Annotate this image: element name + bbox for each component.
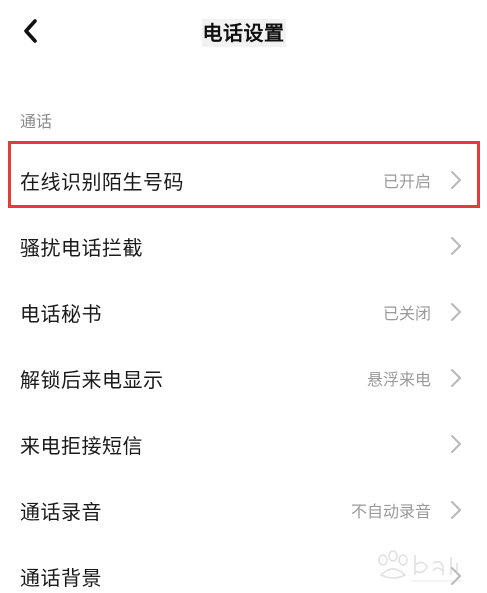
chevron-right-icon <box>449 301 463 323</box>
setting-row-unlock-caller-display[interactable]: 解锁后来电显示 悬浮来电 <box>0 345 487 411</box>
setting-row-reject-sms[interactable]: 来电拒接短信 <box>0 411 487 477</box>
chevron-right-icon <box>449 235 463 257</box>
setting-value: 已关闭 <box>382 304 431 323</box>
phone-settings-page: 电话设置 通话 在线识别陌生号码 已开启 骚扰电话拦截 电话秘书 已关闭 解锁后… <box>0 0 487 593</box>
setting-value: 不自动录音 <box>350 502 431 521</box>
setting-label: 通话背景 <box>20 565 102 590</box>
watermark-logo <box>378 550 463 582</box>
header-bar: 电话设置 <box>0 0 487 62</box>
setting-label: 在线识别陌生号码 <box>20 169 184 194</box>
page-title: 电话设置 <box>0 17 487 47</box>
setting-label: 电话秘书 <box>20 301 102 326</box>
setting-label: 解锁后来电显示 <box>20 367 164 392</box>
page-title-text: 电话设置 <box>201 19 286 47</box>
setting-label: 通话录音 <box>20 499 102 524</box>
settings-list: 在线识别陌生号码 已开启 骚扰电话拦截 电话秘书 已关闭 解锁后来电显示 悬浮来… <box>0 147 487 593</box>
setting-value: 悬浮来电 <box>366 370 431 389</box>
setting-label: 来电拒接短信 <box>20 433 143 458</box>
chevron-right-icon <box>449 169 463 191</box>
setting-row-harassment-block[interactable]: 骚扰电话拦截 <box>0 213 487 279</box>
setting-value: 已开启 <box>382 172 431 191</box>
setting-label: 骚扰电话拦截 <box>20 235 143 260</box>
chevron-right-icon <box>449 499 463 521</box>
setting-row-call-recording[interactable]: 通话录音 不自动录音 <box>0 477 487 543</box>
section-header-calls: 通话 <box>20 112 53 131</box>
chevron-right-icon <box>449 367 463 389</box>
setting-row-online-identify[interactable]: 在线识别陌生号码 已开启 <box>0 147 487 213</box>
chevron-right-icon <box>449 433 463 455</box>
setting-row-phone-secretary[interactable]: 电话秘书 已关闭 <box>0 279 487 345</box>
